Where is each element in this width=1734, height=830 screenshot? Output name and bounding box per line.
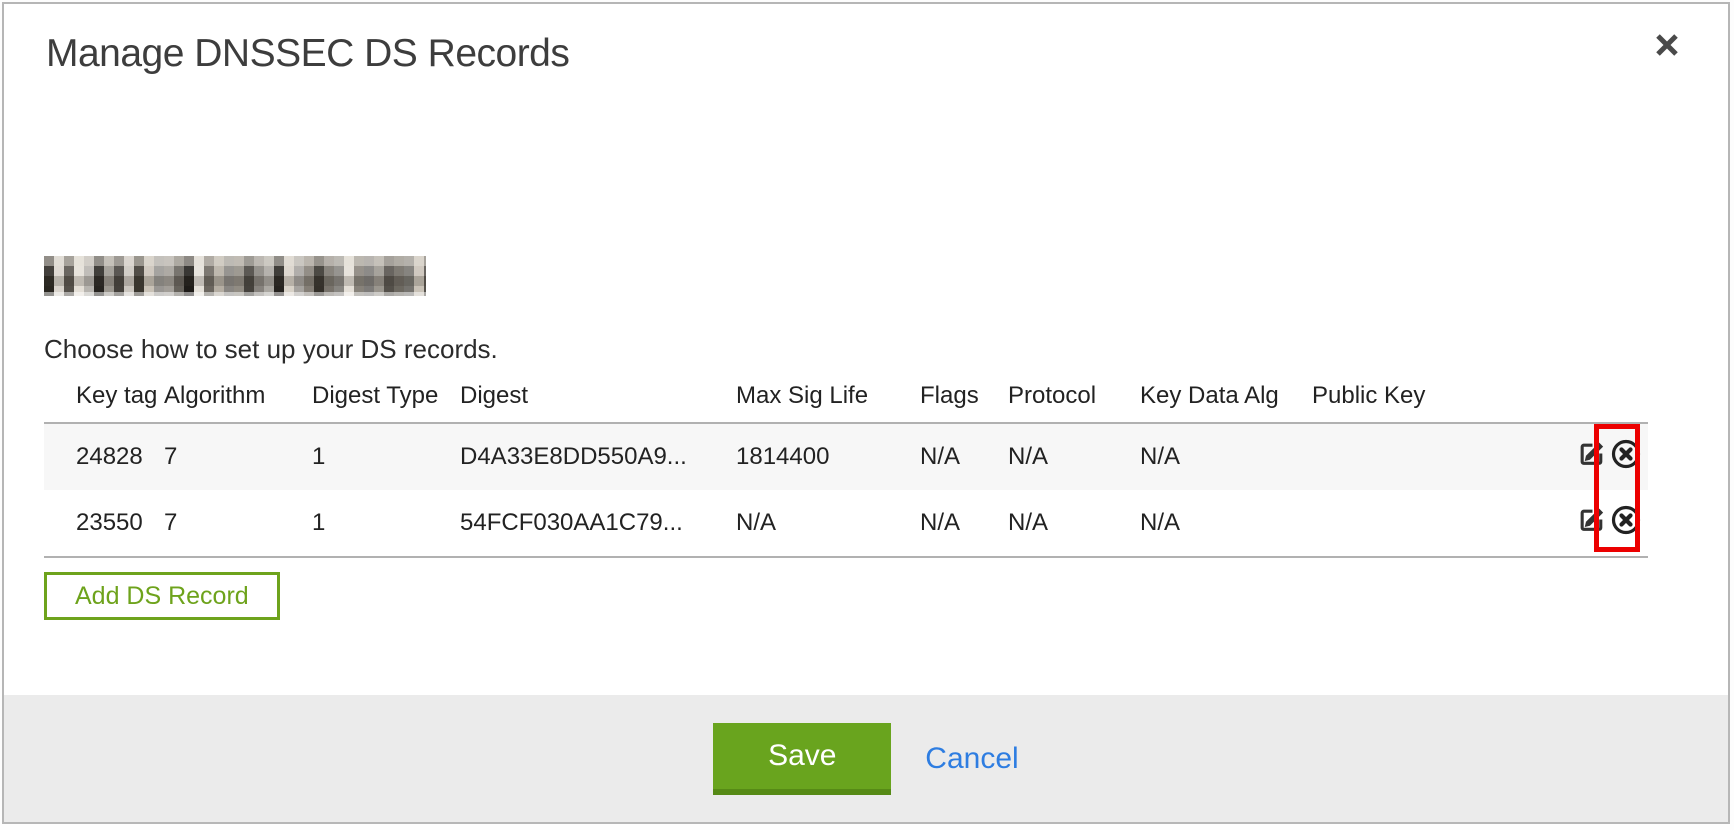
circle-x-delete-icon — [1610, 438, 1642, 477]
column-header-public-key: Public Key — [1312, 378, 1558, 423]
circle-x-delete-icon — [1610, 504, 1642, 543]
cell-digest-type: 1 — [312, 423, 460, 490]
cell-algorithm: 7 — [164, 423, 312, 490]
column-header-protocol: Protocol — [1008, 378, 1140, 423]
add-ds-record-button[interactable]: Add DS Record — [44, 572, 280, 620]
cell-actions — [1558, 423, 1648, 490]
table-row: 23550 7 1 54FCF030AA1C79... N/A N/A N/A … — [44, 490, 1648, 557]
close-icon — [1651, 29, 1683, 66]
delete-record-button[interactable] — [1610, 438, 1642, 477]
cell-public-key — [1312, 490, 1558, 557]
cell-max-sig-life: N/A — [736, 490, 920, 557]
cell-flags: N/A — [920, 423, 1008, 490]
column-header-key-data-alg: Key Data Alg — [1140, 378, 1312, 423]
cell-protocol: N/A — [1008, 423, 1140, 490]
cell-max-sig-life: 1814400 — [736, 423, 920, 490]
cell-key-data-alg: N/A — [1140, 423, 1312, 490]
cancel-link[interactable]: Cancel — [925, 742, 1018, 776]
table-header-row: Key tag Algorithm Digest Type Digest Max… — [44, 378, 1648, 423]
cell-key-data-alg: N/A — [1140, 490, 1312, 557]
close-button[interactable] — [1648, 28, 1686, 66]
column-header-digest: Digest — [460, 378, 736, 423]
delete-record-button[interactable] — [1610, 504, 1642, 543]
cell-flags: N/A — [920, 490, 1008, 557]
instruction-text: Choose how to set up your DS records. — [44, 334, 498, 365]
edit-record-button[interactable] — [1577, 504, 1608, 542]
edit-pencil-icon — [1577, 504, 1608, 542]
cell-actions — [1558, 490, 1648, 557]
cell-public-key — [1312, 423, 1558, 490]
dialog-title: Manage DNSSEC DS Records — [46, 32, 569, 76]
column-header-digest-type: Digest Type — [312, 378, 460, 423]
save-button[interactable]: Save — [713, 723, 891, 795]
table-row: 24828 7 1 D4A33E8DD550A9... 1814400 N/A … — [44, 423, 1648, 490]
cell-protocol: N/A — [1008, 490, 1140, 557]
column-header-algorithm: Algorithm — [164, 378, 312, 423]
column-header-max-sig-life: Max Sig Life — [736, 378, 920, 423]
column-header-flags: Flags — [920, 378, 1008, 423]
dialog-footer: Save Cancel — [4, 695, 1728, 822]
column-header-actions — [1558, 378, 1648, 423]
cell-digest: D4A33E8DD550A9... — [460, 423, 736, 490]
edit-record-button[interactable] — [1577, 438, 1608, 476]
cell-algorithm: 7 — [164, 490, 312, 557]
cell-key-tag: 24828 — [44, 423, 164, 490]
ds-records-table: Key tag Algorithm Digest Type Digest Max… — [44, 378, 1648, 558]
column-header-key-tag: Key tag — [44, 378, 164, 423]
cell-digest: 54FCF030AA1C79... — [460, 490, 736, 557]
edit-pencil-icon — [1577, 438, 1608, 476]
redacted-domain-name — [44, 256, 426, 296]
cell-key-tag: 23550 — [44, 490, 164, 557]
cell-digest-type: 1 — [312, 490, 460, 557]
manage-dnssec-ds-records-dialog: Manage DNSSEC DS Records Choose how to s… — [2, 2, 1730, 824]
